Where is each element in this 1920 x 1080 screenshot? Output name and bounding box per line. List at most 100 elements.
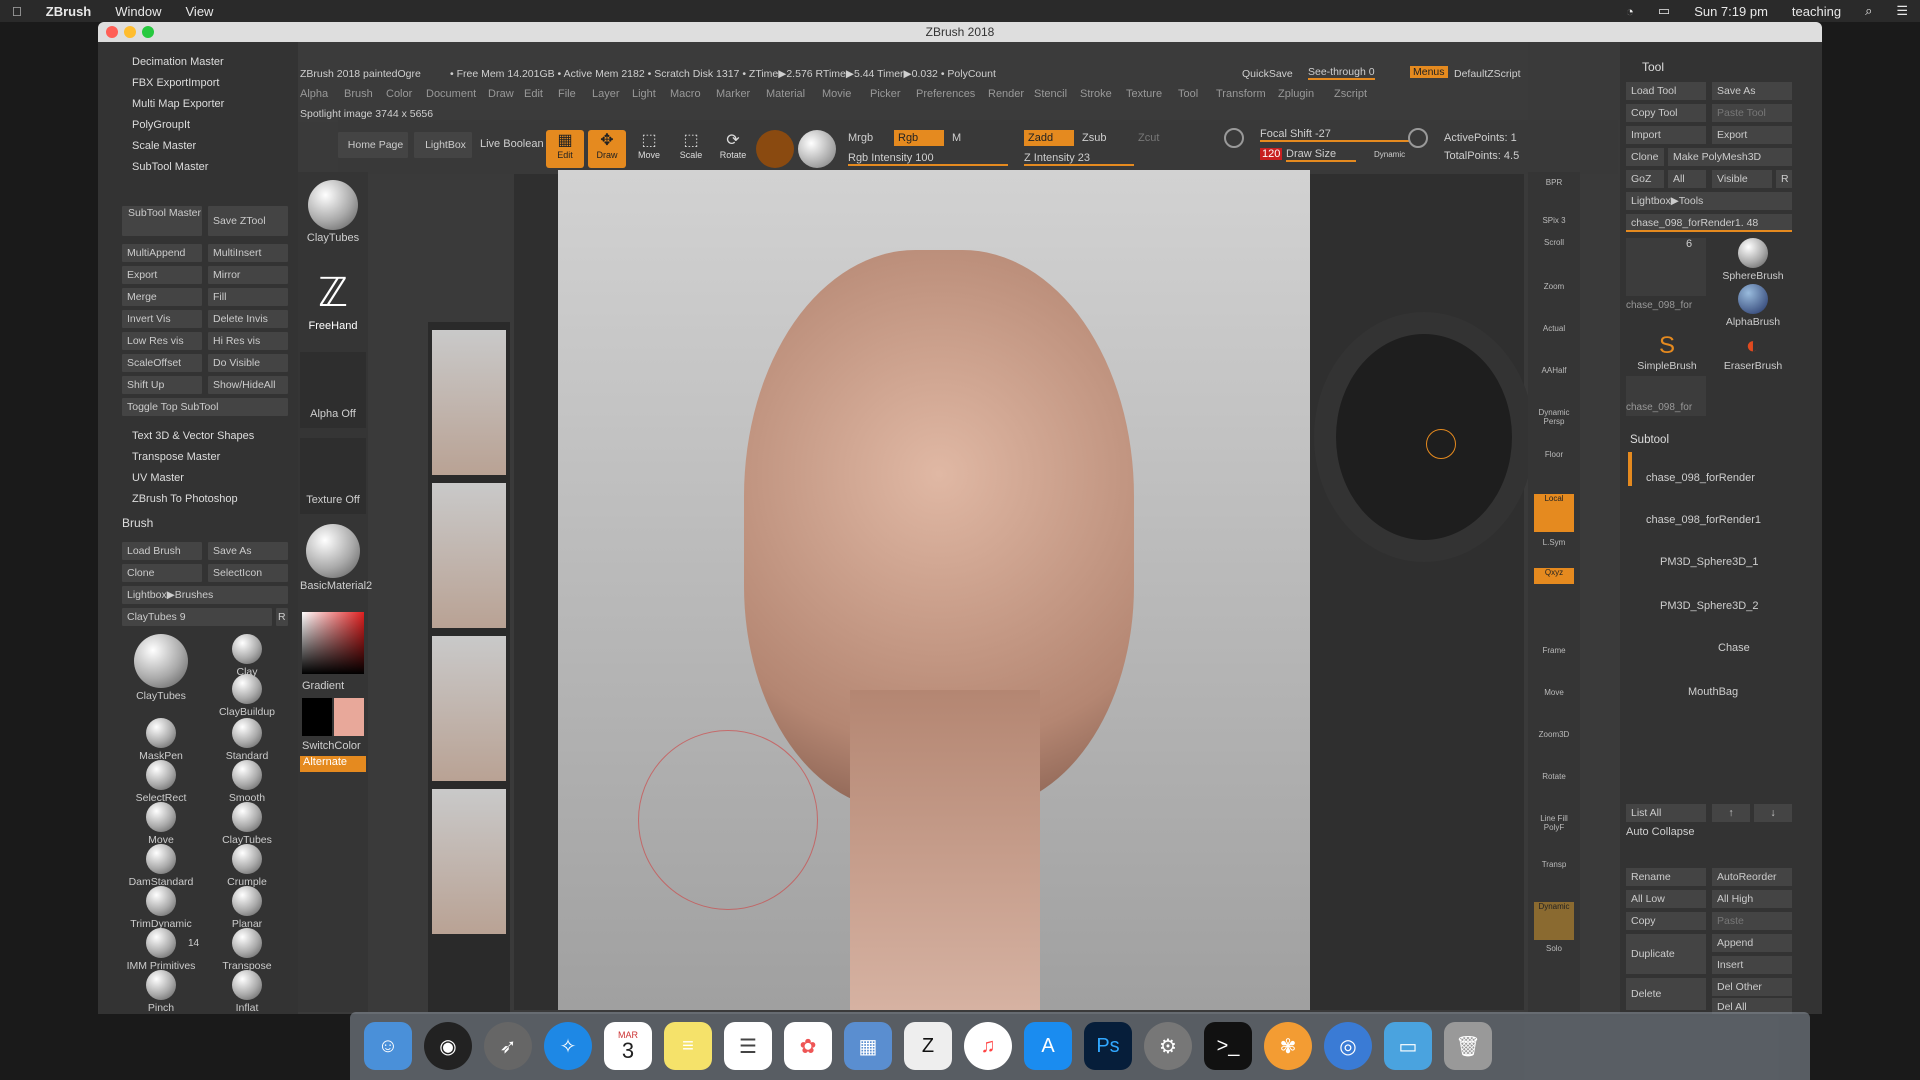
menu-light[interactable]: Light <box>632 88 656 100</box>
append-button[interactable]: Append <box>1712 934 1792 952</box>
menu-tool[interactable]: Tool <box>1178 88 1198 100</box>
tool-spherebrush[interactable]: SphereBrush <box>1710 238 1796 282</box>
menu-view[interactable]: View <box>174 4 226 19</box>
subtool-master-button[interactable]: SubTool Master <box>122 206 202 236</box>
menu-material[interactable]: Material <box>766 88 805 100</box>
copy-tool-button[interactable]: Copy Tool <box>1626 104 1706 122</box>
edit-button[interactable]: ▦ Edit <box>546 130 584 168</box>
load-brush-button[interactable]: Load Brush <box>122 542 202 560</box>
terminal-icon[interactable]: >_ <box>1204 1022 1252 1070</box>
calendar-icon[interactable]: MAR 3 <box>604 1022 652 1070</box>
menus-button[interactable]: Menus <box>1410 66 1448 78</box>
up-arrow-icon[interactable]: ↑ <box>1712 804 1750 822</box>
dynamic-icon[interactable] <box>1408 128 1428 148</box>
main-color-swatch[interactable] <box>302 698 332 736</box>
menu-movie[interactable]: Movie <box>822 88 851 100</box>
brush-item-claybuildup[interactable]: ClayBuildup <box>204 674 290 718</box>
stm-mirror[interactable]: Mirror <box>208 266 288 284</box>
brush-clone-button[interactable]: Clone <box>122 564 202 582</box>
brush-item-trimdynamic[interactable]: TrimDynamic <box>118 886 204 930</box>
brush-selecticon-button[interactable]: SelectIcon <box>208 564 288 582</box>
current-brush-thumb[interactable]: ClayTubes <box>300 180 366 256</box>
music-icon[interactable]: ♫ <box>964 1022 1012 1070</box>
qxyz-button[interactable]: Qxyz <box>1534 568 1574 584</box>
draw-size-value[interactable]: 120 <box>1260 148 1282 160</box>
stm-showhideall[interactable]: Show/HideAll <box>208 376 288 394</box>
persp-button[interactable]: Dynamic Persp <box>1534 408 1574 446</box>
quicksave-button[interactable]: QuickSave <box>1242 68 1293 80</box>
autoreorder-button[interactable]: AutoReorder <box>1712 868 1792 886</box>
subtool-paste-button[interactable]: Paste <box>1712 912 1792 930</box>
battery-icon[interactable]: ▭ <box>1646 3 1682 19</box>
brush-item-standard[interactable]: Standard <box>204 718 290 762</box>
switchcolor-button[interactable]: SwitchColor <box>302 740 361 752</box>
plugin-fbx[interactable]: FBX ExportImport <box>98 73 298 94</box>
finder-icon[interactable]: ☺ <box>364 1022 412 1070</box>
plugin-text3d[interactable]: Text 3D & Vector Shapes <box>98 426 298 447</box>
duplicate-button[interactable]: Duplicate <box>1626 934 1706 974</box>
viewport-image[interactable] <box>558 170 1310 1010</box>
subtool-copy-button[interactable]: Copy <box>1626 912 1706 930</box>
brush-item-claytubes[interactable]: ClayTubes <box>118 634 204 702</box>
zsub-button[interactable]: Zsub <box>1082 132 1106 144</box>
brush-item-pinch[interactable]: Pinch <box>118 970 204 1014</box>
menu-texture[interactable]: Texture <box>1126 88 1162 100</box>
menu-alpha[interactable]: Alpha <box>300 88 328 100</box>
brush-item-damstandard[interactable]: DamStandard <box>118 844 204 888</box>
seethrough-slider[interactable]: See-through 0 <box>1308 66 1375 80</box>
focal-shift-slider[interactable]: Focal Shift -27 <box>1260 128 1410 142</box>
brush-item-smooth[interactable]: Smooth <box>204 760 290 804</box>
zoom3d-button[interactable]: Zoom3D <box>1534 730 1574 768</box>
zoom-button[interactable]: Zoom <box>1534 282 1574 320</box>
all-high-button[interactable]: All High <box>1712 890 1792 908</box>
scroll-button[interactable]: Scroll <box>1534 238 1574 276</box>
color-sphere-icon[interactable] <box>798 130 836 168</box>
menu-render[interactable]: Render <box>988 88 1024 100</box>
brush-item-selectrect[interactable]: SelectRect <box>118 760 204 804</box>
z-intensity-slider[interactable]: Z Intensity 23 <box>1024 152 1134 166</box>
texture-thumb[interactable]: Texture Off <box>300 438 366 514</box>
alternate-button[interactable]: Alternate <box>300 756 366 772</box>
menu-document[interactable]: Document <box>426 88 476 100</box>
color-picker[interactable] <box>302 612 364 674</box>
bpr-button[interactable]: BPR <box>1534 178 1574 216</box>
lightbox-button[interactable]: LightBox <box>414 132 472 158</box>
brush-current-slider[interactable]: ClayTubes 9 <box>122 608 272 626</box>
trash-icon[interactable]: 🗑 <box>1444 1022 1492 1070</box>
mrgb-button[interactable]: Mrgb <box>848 132 873 144</box>
brush-item-planar[interactable]: Planar <box>204 886 290 930</box>
zcut-button[interactable]: Zcut <box>1138 132 1159 144</box>
material-sphere-icon[interactable] <box>756 130 794 168</box>
menu-file[interactable]: File <box>558 88 576 100</box>
user-name[interactable]: teaching <box>1780 4 1853 19</box>
brush-item-move[interactable]: Move <box>118 802 204 846</box>
menu-draw[interactable]: Draw <box>488 88 514 100</box>
rotate-view-button[interactable]: Rotate <box>1534 772 1574 810</box>
export-button[interactable]: Export <box>1712 126 1792 144</box>
frame-button[interactable]: Frame <box>1534 646 1574 684</box>
menu-color[interactable]: Color <box>386 88 412 100</box>
brush-item-maskpen[interactable]: MaskPen <box>118 718 204 762</box>
goz-r-button[interactable]: R <box>1776 170 1792 188</box>
stm-dovisible[interactable]: Do Visible <box>208 354 288 372</box>
dynamic-button[interactable]: Dynamic <box>1374 150 1405 159</box>
rgb-button[interactable]: Rgb <box>894 130 944 146</box>
folder-icon[interactable]: ▭ <box>1384 1022 1432 1070</box>
brush-item-clay[interactable]: Clay <box>204 634 290 678</box>
menu-brush[interactable]: Brush <box>344 88 373 100</box>
solo-button[interactable]: Solo <box>1534 944 1574 982</box>
apple-icon[interactable]:  <box>0 4 34 19</box>
local-button[interactable]: Local <box>1534 494 1574 532</box>
subtool-item[interactable]: MouthBag <box>1688 686 1738 698</box>
brush-r-button[interactable]: R <box>276 608 288 626</box>
goz-button[interactable]: GoZ <box>1626 170 1664 188</box>
spotlight-icon[interactable]: ⌕ <box>1853 3 1884 19</box>
menu-window[interactable]: Window <box>103 4 173 19</box>
material-thumb[interactable]: BasicMaterial2 <box>300 524 372 600</box>
lazy-icon[interactable] <box>1224 128 1244 148</box>
flower-app-icon[interactable]: ✾ <box>1264 1022 1312 1070</box>
menu-layer[interactable]: Layer <box>592 88 620 100</box>
tool-simplebrush[interactable]: S SimpleBrush <box>1624 332 1710 372</box>
menu-marker[interactable]: Marker <box>716 88 750 100</box>
stm-toggletop[interactable]: Toggle Top SubTool <box>122 398 288 416</box>
